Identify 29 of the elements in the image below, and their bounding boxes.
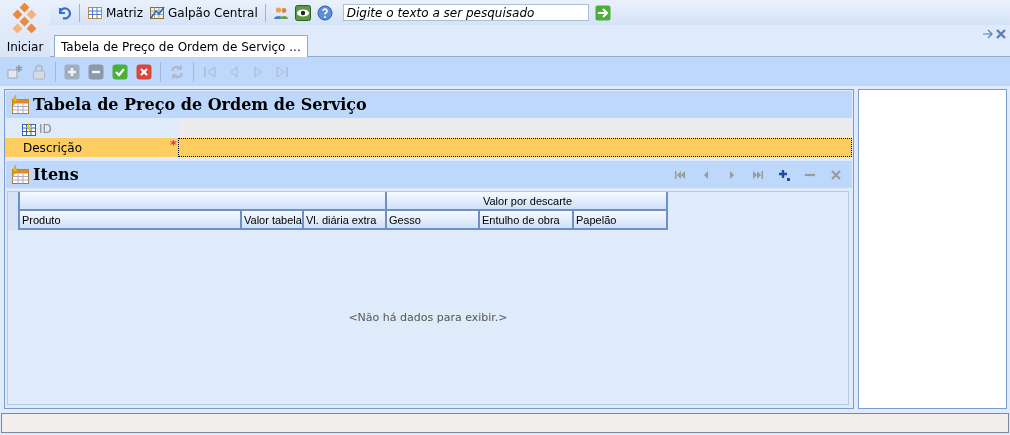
chart-table-icon [149, 4, 165, 21]
column-header[interactable]: Vl. diária extra [304, 211, 387, 230]
column-header[interactable]: Produto [20, 211, 242, 230]
row-indicator-column [8, 192, 20, 230]
branch-button[interactable]: Matriz [85, 2, 145, 23]
pin-close-icon[interactable] [982, 28, 1008, 40]
table-icon [10, 94, 30, 115]
start-menu-button[interactable]: Iniciar [0, 0, 50, 57]
text-field[interactable] [178, 138, 852, 157]
help-icon[interactable] [314, 2, 335, 23]
search-field[interactable]: Digite o texto a ser pesquisado [342, 4, 589, 21]
column-band-header: Valor por descarte [387, 192, 668, 211]
field-label: Descrição [5, 138, 170, 157]
column-header[interactable]: Gesso [387, 211, 480, 230]
go-arrow-icon[interactable] [594, 4, 611, 21]
empty-message: <Não há dados para exibir.> [348, 310, 508, 324]
field-label: ID [39, 120, 53, 138]
column-header[interactable]: Entulho de obra [480, 211, 574, 230]
branch-button[interactable]: Galpão Central [147, 2, 260, 23]
eye-icon[interactable] [292, 2, 313, 23]
table-icon [10, 164, 30, 185]
tab[interactable]: Tabela de Preço de Ordem de Serviço ... [54, 35, 308, 57]
column-header[interactable]: Valor tabela [242, 211, 304, 230]
column-header[interactable]: Papelão [574, 211, 668, 230]
required-marker: * [170, 138, 178, 157]
table-icon [21, 121, 37, 136]
grid-icon [87, 4, 103, 21]
section-title: Itens [33, 165, 79, 184]
form-title: Tabela de Preço de Ordem de Serviço [33, 95, 367, 114]
